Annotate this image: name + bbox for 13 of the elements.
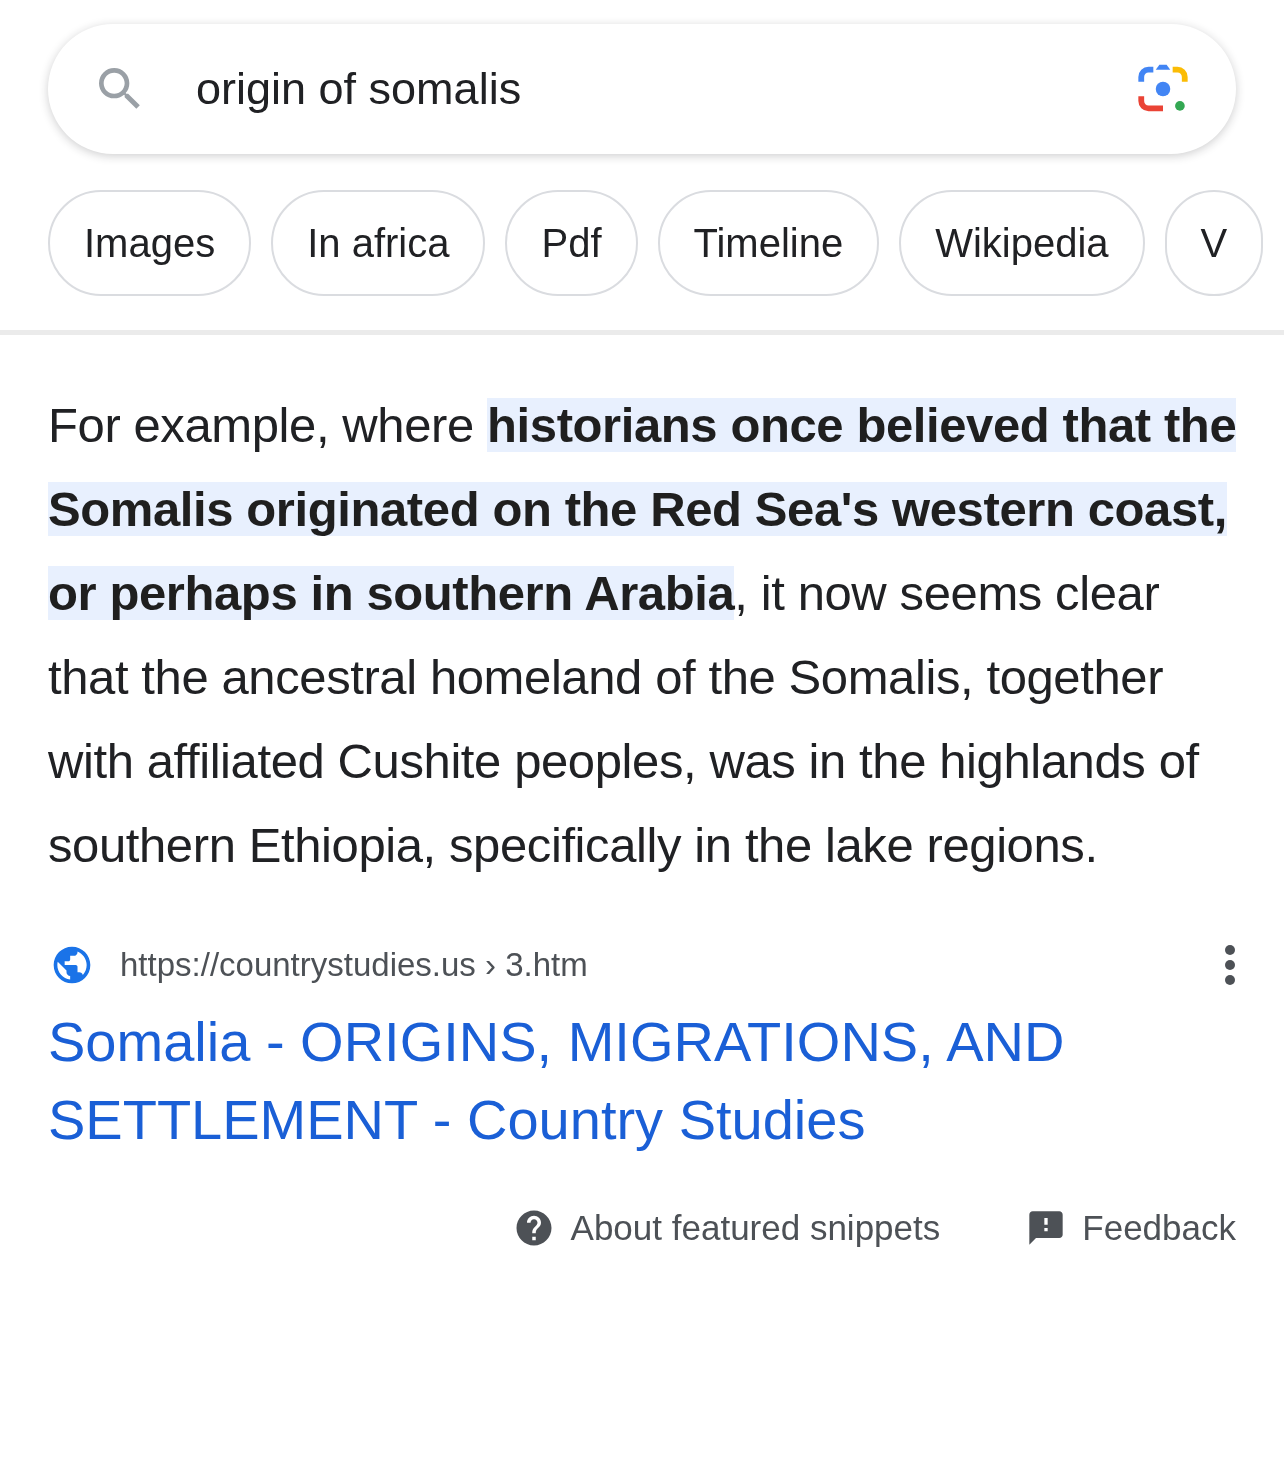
snippet-text: For example, where historians once believed that the Somalis originated on the Red Sea's western coast, or perhaps in southern Arabia, it now seems clear that the ancestral homeland of the Somalis, together with affiliated Cushite peoples, was in the highlands of southern Ethiopia, specifically in the lake regions. xyxy=(48,397,1238,874)
search-field[interactable]: origin of somalis xyxy=(194,62,1088,116)
feedback-link[interactable]: Feedback xyxy=(1082,1208,1236,1248)
result-title-link[interactable]: Somalia - ORIGINS, MIGRATIONS, AND SETTLEMENT - Country Studies xyxy=(48,1003,1224,1159)
about-snippets-link[interactable]: About featured snippets xyxy=(570,1208,941,1248)
filter-chip[interactable]: Wikipedia xyxy=(899,190,1145,296)
filter-chip[interactable]: Timeline xyxy=(657,190,880,296)
filter-chip[interactable]: V xyxy=(1164,190,1264,296)
filter-chip[interactable]: Pdf xyxy=(505,190,638,296)
filter-chip[interactable]: Images xyxy=(48,190,252,296)
more-icon[interactable] xyxy=(1224,945,1236,985)
source-url: https://countrystudies.us › 3.htm xyxy=(120,946,589,984)
filter-chip[interactable]: In africa xyxy=(271,190,486,296)
